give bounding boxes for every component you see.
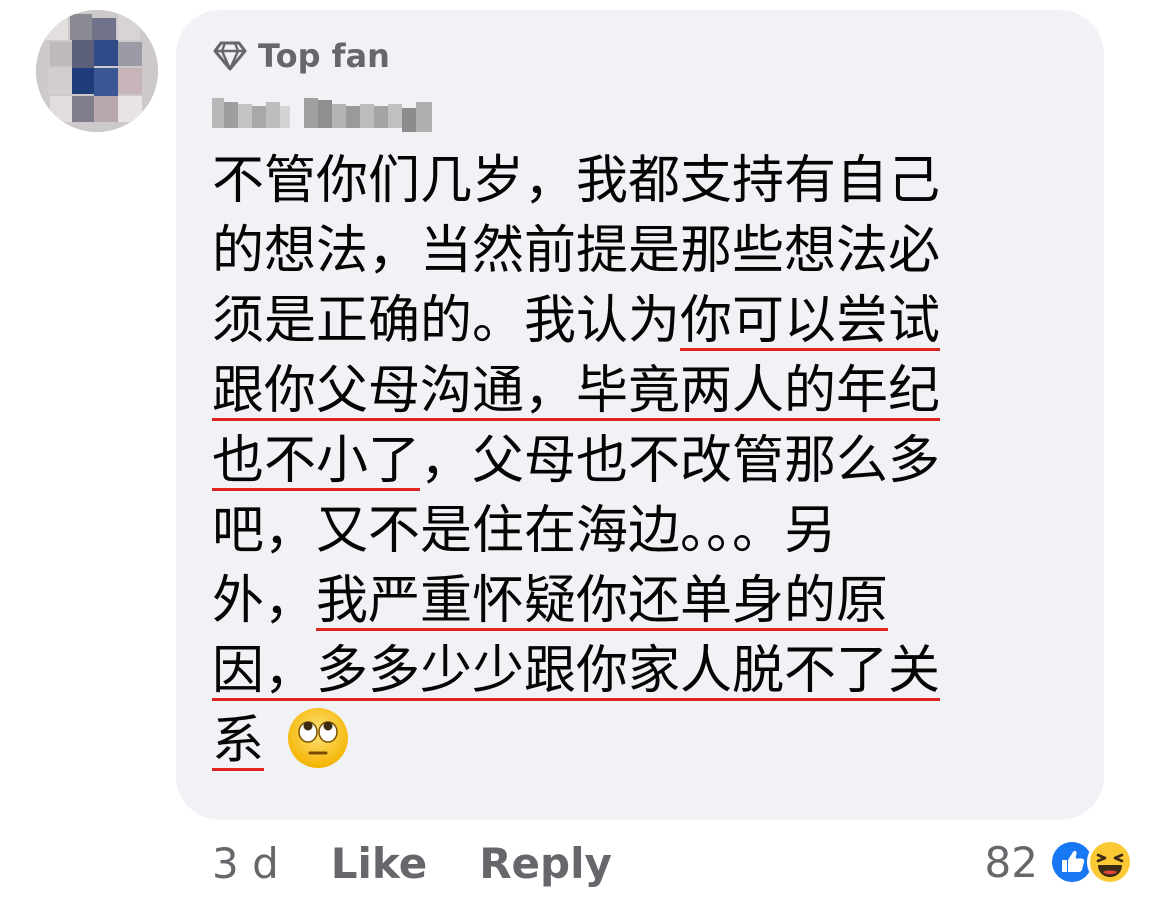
comment-timestamp[interactable]: 3 d (212, 839, 279, 888)
comment-line: 也不小了，父母也不改管那么多 (212, 431, 941, 491)
like-button[interactable]: Like (331, 839, 427, 888)
comment-line: 吧，又不是住在海边。。。另 (212, 501, 837, 561)
comment-line: 须是正确的。我认为你可以尝试 (212, 291, 941, 351)
rolling-eyes-emoji-icon (286, 706, 350, 788)
comment-line: 因，多多少少跟你家人脱不了关 (212, 641, 941, 701)
top-fan-badge: Top fan (212, 36, 390, 76)
comment-line: 不管你们几岁，我都支持有自己 (212, 151, 941, 211)
avatar-blurred-image (36, 10, 158, 132)
blurred-name-image (212, 98, 432, 132)
diamond-icon (213, 41, 247, 71)
reply-button[interactable]: Reply (479, 839, 612, 888)
badge-label: Top fan (258, 37, 390, 75)
comment-line: 系 (212, 706, 1074, 776)
comment-actions: 3 d Like Reply (212, 836, 664, 890)
reaction-count: 82 (984, 837, 1038, 887)
haha-icon (1087, 839, 1133, 885)
reaction-summary[interactable]: 82 (985, 834, 1134, 890)
avatar[interactable] (36, 10, 158, 132)
comment-line: 外，我严重怀疑你还单身的原 (212, 571, 889, 631)
comment-line: 的想法，当然前提是那些想法必 (212, 221, 941, 281)
comment-line: 跟你父母沟通，毕竟两人的年纪 (212, 361, 941, 421)
author-name-blurred[interactable] (212, 94, 436, 132)
comment-text: 不管你们几岁，我都支持有自己 的想法，当然前提是那些想法必 须是正确的。我认为你… (212, 146, 1074, 776)
